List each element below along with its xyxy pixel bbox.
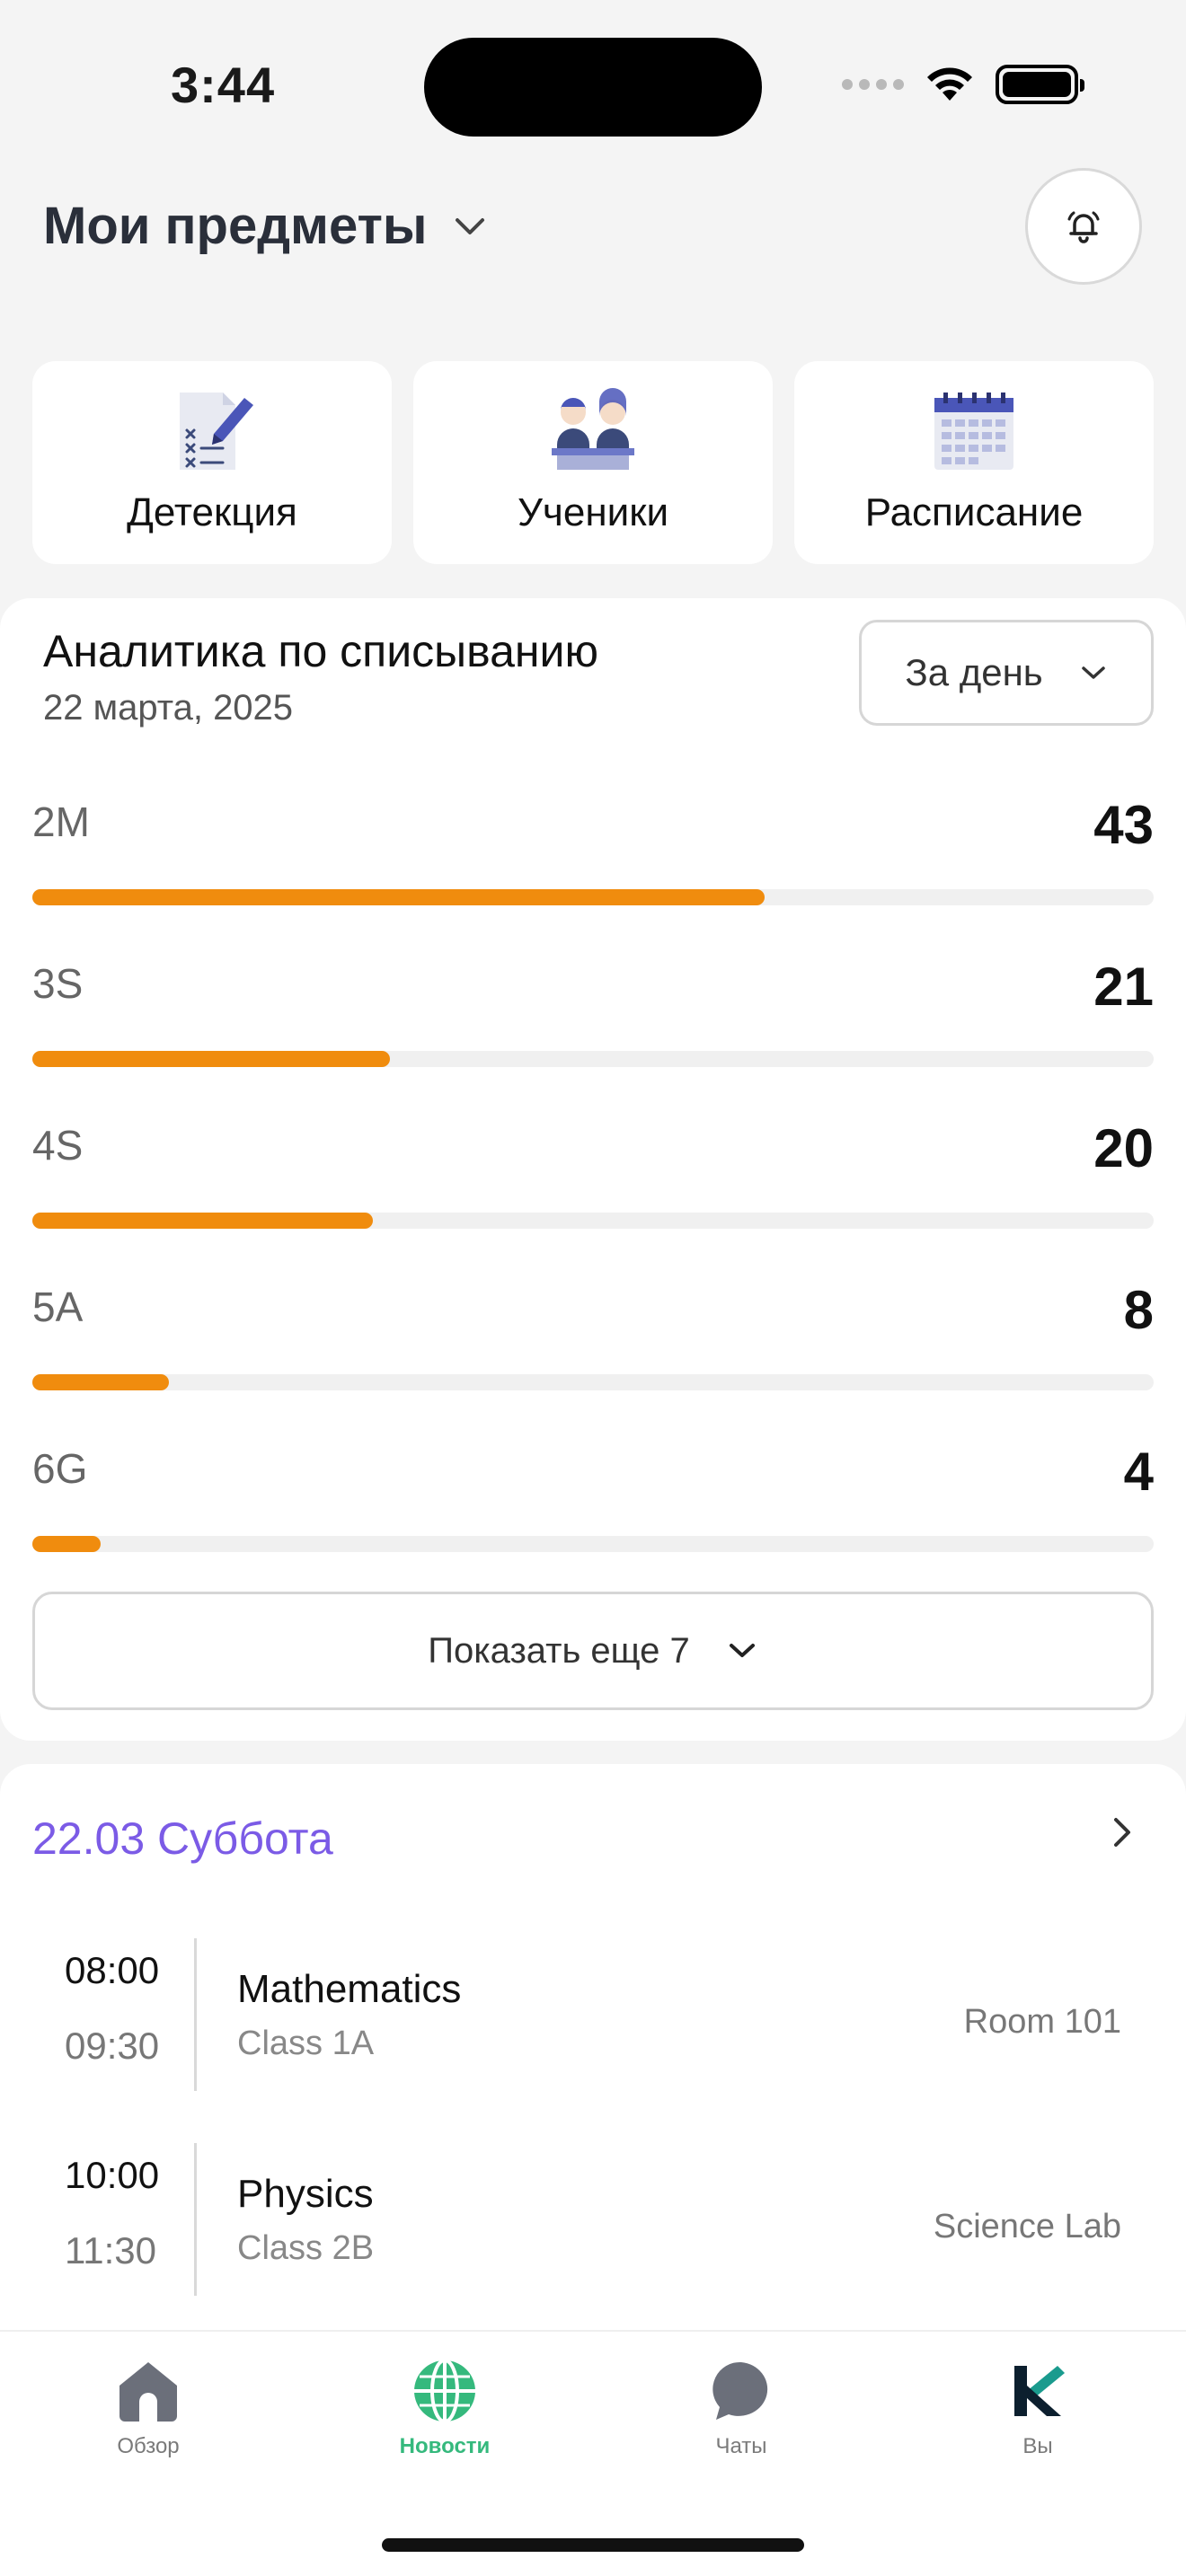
chevron-right-icon xyxy=(1114,1818,1130,1847)
show-more-label: Показать еще 7 xyxy=(428,1630,690,1671)
class-count: 43 xyxy=(1093,795,1154,855)
status-bar: 3:44 xyxy=(0,0,1186,171)
bar-track xyxy=(32,1213,1154,1229)
schedule-label: Расписание xyxy=(864,490,1084,534)
chevron-down-icon xyxy=(729,1644,755,1657)
home-indicator xyxy=(382,2538,804,2552)
chevron-down-icon xyxy=(456,217,485,234)
checklist-pen-icon xyxy=(167,381,257,480)
schedule-next-button[interactable] xyxy=(1109,1814,1136,1855)
class-count: 21 xyxy=(1093,957,1154,1017)
period-dropdown[interactable]: За день xyxy=(859,620,1154,726)
class-count: 20 xyxy=(1093,1118,1154,1178)
lesson-room: Room 101 xyxy=(963,2003,1121,2041)
status-time: 3:44 xyxy=(171,57,276,113)
bar-fill xyxy=(32,1051,391,1067)
tab-label: Вы xyxy=(1022,2434,1053,2458)
tab-profile[interactable]: Вы xyxy=(939,2359,1137,2459)
class-name: 4S xyxy=(32,1122,84,1169)
lesson-class: Class 2B xyxy=(237,2229,375,2267)
lesson-subject: Mathematics xyxy=(237,1967,462,2011)
bar-track xyxy=(32,1374,1154,1390)
show-more-button[interactable]: Показать еще 7 xyxy=(32,1592,1154,1710)
schedule-card[interactable]: Расписание xyxy=(794,361,1154,564)
detection-card[interactable]: Детекция xyxy=(32,361,392,564)
lesson-subject: Physics xyxy=(237,2172,374,2216)
class-bar-row[interactable]: 2M 43 xyxy=(32,795,1154,923)
signal-dots-icon xyxy=(842,79,904,90)
class-name: 6G xyxy=(32,1445,88,1492)
home-icon xyxy=(119,2362,177,2422)
schedule-date[interactable]: 22.03 Суббота xyxy=(32,1813,333,1865)
wifi-icon xyxy=(927,67,972,101)
class-bar-row[interactable]: 3S 21 xyxy=(32,957,1154,1085)
analytics-title: Аналитика по списыванию xyxy=(43,626,598,676)
cheating-analytics-card: Аналитика по списыванию 22 марта, 2025 З… xyxy=(0,598,1186,1741)
lesson-room: Science Lab xyxy=(933,2208,1121,2245)
students-card[interactable]: Ученики xyxy=(413,361,773,564)
schedule-section: 22.03 Суббота 08:00 09:30 Mathematics Cl… xyxy=(0,1764,1186,2357)
tab-label: Обзор xyxy=(117,2434,180,2458)
page-title: Мои предметы xyxy=(43,197,428,255)
lesson-item[interactable]: 08:00 09:30 Mathematics Class 1A Room 10… xyxy=(0,1938,1186,2102)
battery-icon xyxy=(996,65,1084,104)
lesson-end-time: 11:30 xyxy=(65,2229,156,2272)
dynamic-island xyxy=(424,38,762,137)
lesson-divider xyxy=(194,2143,197,2296)
bar-track xyxy=(32,1536,1154,1552)
class-name: 3S xyxy=(32,960,84,1007)
students-icon xyxy=(548,381,638,480)
bell-icon xyxy=(1067,211,1100,243)
bar-fill xyxy=(32,889,765,905)
lesson-item[interactable]: 10:00 11:30 Physics Class 2B Science Lab xyxy=(0,2143,1186,2307)
class-bar-row[interactable]: 6G 4 xyxy=(32,1442,1154,1570)
analytics-date: 22 марта, 2025 xyxy=(43,688,294,728)
tab-label: Чаты xyxy=(715,2434,767,2458)
bar-fill xyxy=(32,1536,102,1552)
notifications-button[interactable] xyxy=(1025,168,1142,285)
class-count: 4 xyxy=(1123,1442,1154,1502)
bar-track xyxy=(32,889,1154,905)
lesson-divider xyxy=(194,1938,197,2091)
class-name: 2M xyxy=(32,798,90,845)
period-value: За день xyxy=(905,651,1043,693)
lesson-end-time: 09:30 xyxy=(65,2025,160,2067)
globe-icon xyxy=(414,2359,475,2423)
status-icons xyxy=(842,65,1084,104)
class-bar-row[interactable]: 4S 20 xyxy=(32,1118,1154,1247)
bar-fill xyxy=(32,1374,170,1390)
lesson-start-time: 10:00 xyxy=(65,2154,160,2196)
class-name: 5A xyxy=(32,1284,84,1330)
class-bar-row[interactable]: 5A 8 xyxy=(32,1280,1154,1408)
bar-fill xyxy=(32,1213,374,1229)
calendar-icon xyxy=(929,381,1019,480)
lesson-start-time: 08:00 xyxy=(65,1949,160,1991)
tab-chats[interactable]: Чаты xyxy=(642,2359,840,2459)
tab-overview[interactable]: Обзор xyxy=(49,2359,247,2459)
chevron-down-icon xyxy=(1081,666,1105,679)
detection-label: Детекция xyxy=(127,490,297,534)
class-count: 8 xyxy=(1123,1280,1154,1340)
subject-selector[interactable]: Мои предметы xyxy=(43,196,488,256)
chat-bubble-icon xyxy=(712,2361,768,2420)
students-label: Ученики xyxy=(517,490,669,534)
bar-track xyxy=(32,1051,1154,1067)
lesson-class: Class 1A xyxy=(237,2025,375,2062)
tab-news[interactable]: Новости xyxy=(346,2359,544,2459)
profile-logo-icon xyxy=(1014,2366,1065,2416)
tab-label: Новости xyxy=(399,2434,491,2458)
